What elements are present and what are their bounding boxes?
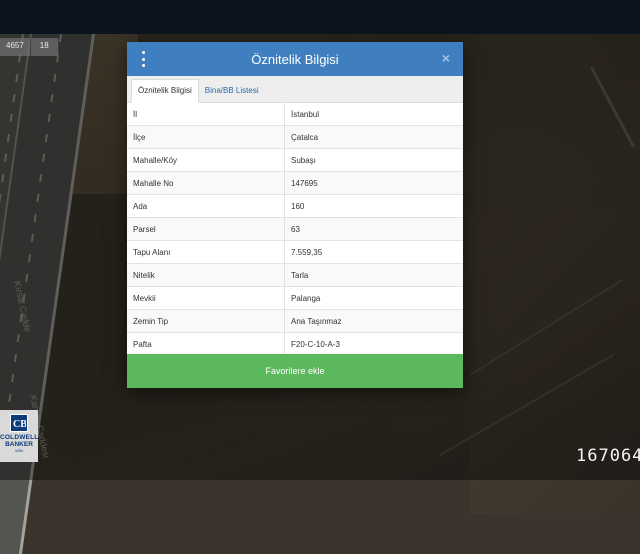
attribute-value: 147695 — [284, 171, 463, 195]
attribute-value: 160 — [284, 194, 463, 218]
attribute-key: İlçe — [127, 125, 285, 149]
attribute-key: Ada — [127, 194, 285, 218]
tab-bar: Öznitelik Bilgisi Bina/BB Listesi — [127, 76, 463, 103]
attribute-value: F20-C-10-A-3 — [284, 332, 463, 356]
logo-text: COLDWELL — [0, 434, 39, 441]
dialog-header: Öznitelik Bilgisi × — [127, 42, 463, 76]
kebab-menu-icon[interactable] — [139, 51, 147, 67]
svg-text:CB: CB — [13, 419, 26, 430]
logo-text: WIN — [15, 448, 23, 453]
table-row: İl İstanbul — [127, 103, 463, 126]
attribute-value: Palanga — [284, 286, 463, 310]
attribute-table: İl İstanbul İlçe Çatalca Mahalle/Köy Sub… — [127, 103, 463, 356]
listing-id-watermark: 167064- — [576, 446, 640, 466]
table-row: Mahalle/Köy Subaşı — [127, 148, 463, 172]
coordinate-value: 4657 — [0, 38, 31, 56]
attribute-value: Subaşı — [284, 148, 463, 172]
table-row: İlçe Çatalca — [127, 125, 463, 149]
close-icon[interactable]: × — [439, 50, 453, 66]
table-row: Nitelik Tarla — [127, 263, 463, 287]
coldwell-banker-logo: CB COLDWELL BANKER WIN — [0, 410, 38, 462]
coordinate-value: 18 — [30, 38, 59, 56]
attribute-value: 7.559,35 — [284, 240, 463, 264]
table-row: Parsel 63 — [127, 217, 463, 241]
coordinate-readout: 4657 18 — [0, 38, 59, 56]
attribute-value: 63 — [284, 217, 463, 241]
tab-attribute-info[interactable]: Öznitelik Bilgisi — [131, 79, 199, 103]
attribute-key: Parsel — [127, 217, 285, 241]
attribute-key: Tapu Alanı — [127, 240, 285, 264]
table-row: Tapu Alanı 7.559,35 — [127, 240, 463, 264]
logo-text: BANKER — [5, 441, 33, 448]
table-row: Mahalle No 147695 — [127, 171, 463, 195]
table-row: Pafta F20-C-10-A-3 — [127, 332, 463, 356]
tab-building-list[interactable]: Bina/BB Listesi — [199, 80, 265, 102]
table-row: Zemin Tip Ana Taşınmaz — [127, 309, 463, 333]
cb-emblem-icon: CB — [10, 414, 28, 432]
attribute-key: İl — [127, 103, 285, 126]
table-row: Ada 160 — [127, 194, 463, 218]
attribute-key: Nitelik — [127, 263, 285, 287]
attribute-value: Çatalca — [284, 125, 463, 149]
attribute-key: Pafta — [127, 332, 285, 356]
add-to-favorites-button[interactable]: Favorilere ekle — [127, 354, 463, 388]
attribute-key: Mevkii — [127, 286, 285, 310]
attribute-key: Mahalle/Köy — [127, 148, 285, 172]
attribute-key: Zemin Tip — [127, 309, 285, 333]
attribute-value: Tarla — [284, 263, 463, 287]
table-row: Mevkii Palanga — [127, 286, 463, 310]
attribute-value: Ana Taşınmaz — [284, 309, 463, 333]
attribute-info-dialog: Öznitelik Bilgisi × Öznitelik Bilgisi Bi… — [127, 42, 463, 388]
dialog-title: Öznitelik Bilgisi — [251, 51, 339, 67]
attribute-value: İstanbul — [284, 103, 463, 126]
top-navigation-bar — [0, 0, 640, 34]
attribute-key: Mahalle No — [127, 171, 285, 195]
